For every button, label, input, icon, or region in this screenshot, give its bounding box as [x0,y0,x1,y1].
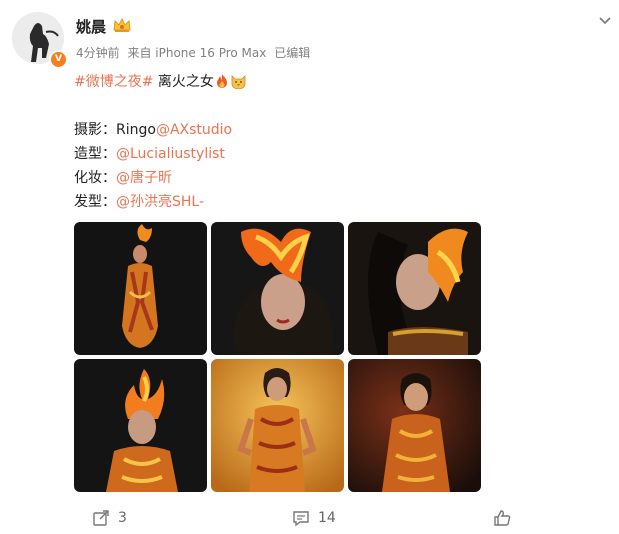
verified-badge-icon: V [49,50,68,69]
credit-link[interactable]: @AXstudio [156,122,232,138]
comment-icon [293,511,309,527]
credit-link[interactable]: @孙洪亮SHL- [116,194,204,210]
like-icon [494,510,511,526]
post-meta: 4分钟前 来自 iPhone 16 Pro Max 已编辑 [76,44,314,61]
credit-line-photo: 摄影：Ringo@AXstudio [74,118,247,142]
credit-line-styling: 造型：@Lucialiustylist [74,142,247,166]
photo-5[interactable] [211,359,344,492]
credit-label: 化妆： [74,170,116,186]
post-source: 来自 iPhone 16 Pro Max [127,46,267,60]
credit-label: 造型： [74,146,116,162]
post-time[interactable]: 4分钟前 [76,46,120,60]
crown-icon[interactable] [112,16,132,34]
fire-emoji-icon [216,74,227,88]
post-actions: 3 14 [0,505,619,533]
hashtag-link[interactable]: #微博之夜# [74,74,153,90]
photo-3[interactable] [348,222,481,355]
credit-line-makeup: 化妆：@唐子昕 [74,166,247,190]
credit-label: 发型： [74,194,116,210]
weibo-post-card: V 姚晨 4分钟前 来自 iPhone 16 Pro Max 已编辑 #微博之夜… [0,0,619,534]
photo-6[interactable] [348,359,481,492]
photo-2[interactable] [211,222,344,355]
credit-link[interactable]: @Lucialiustylist [116,146,225,162]
credit-line-hair: 发型：@孙洪亮SHL- [74,190,247,214]
photo-4[interactable] [74,359,207,492]
credit-name: Ringo [116,122,156,138]
like-button[interactable] [493,509,519,527]
comment-count: 14 [318,510,336,526]
chevron-down-icon[interactable] [597,12,613,28]
edited-label[interactable]: 已编辑 [274,46,310,60]
username[interactable]: 姚晨 [76,16,106,37]
photo-1[interactable] [74,222,207,355]
caption-line: #微博之夜# 离火之女 [74,70,247,94]
share-count: 3 [118,510,127,526]
post-content: #微博之夜# 离火之女 摄影：Ringo@AXstudio 造型：@Lucial… [74,70,247,214]
credit-label: 摄影： [74,122,116,138]
caption-text: 离火之女 [153,74,214,90]
comment-button[interactable]: 14 [292,509,336,527]
share-icon [93,510,109,526]
share-button[interactable]: 3 [92,509,127,527]
credit-link[interactable]: @唐子昕 [116,170,172,186]
cat-emoji-icon [231,75,246,89]
